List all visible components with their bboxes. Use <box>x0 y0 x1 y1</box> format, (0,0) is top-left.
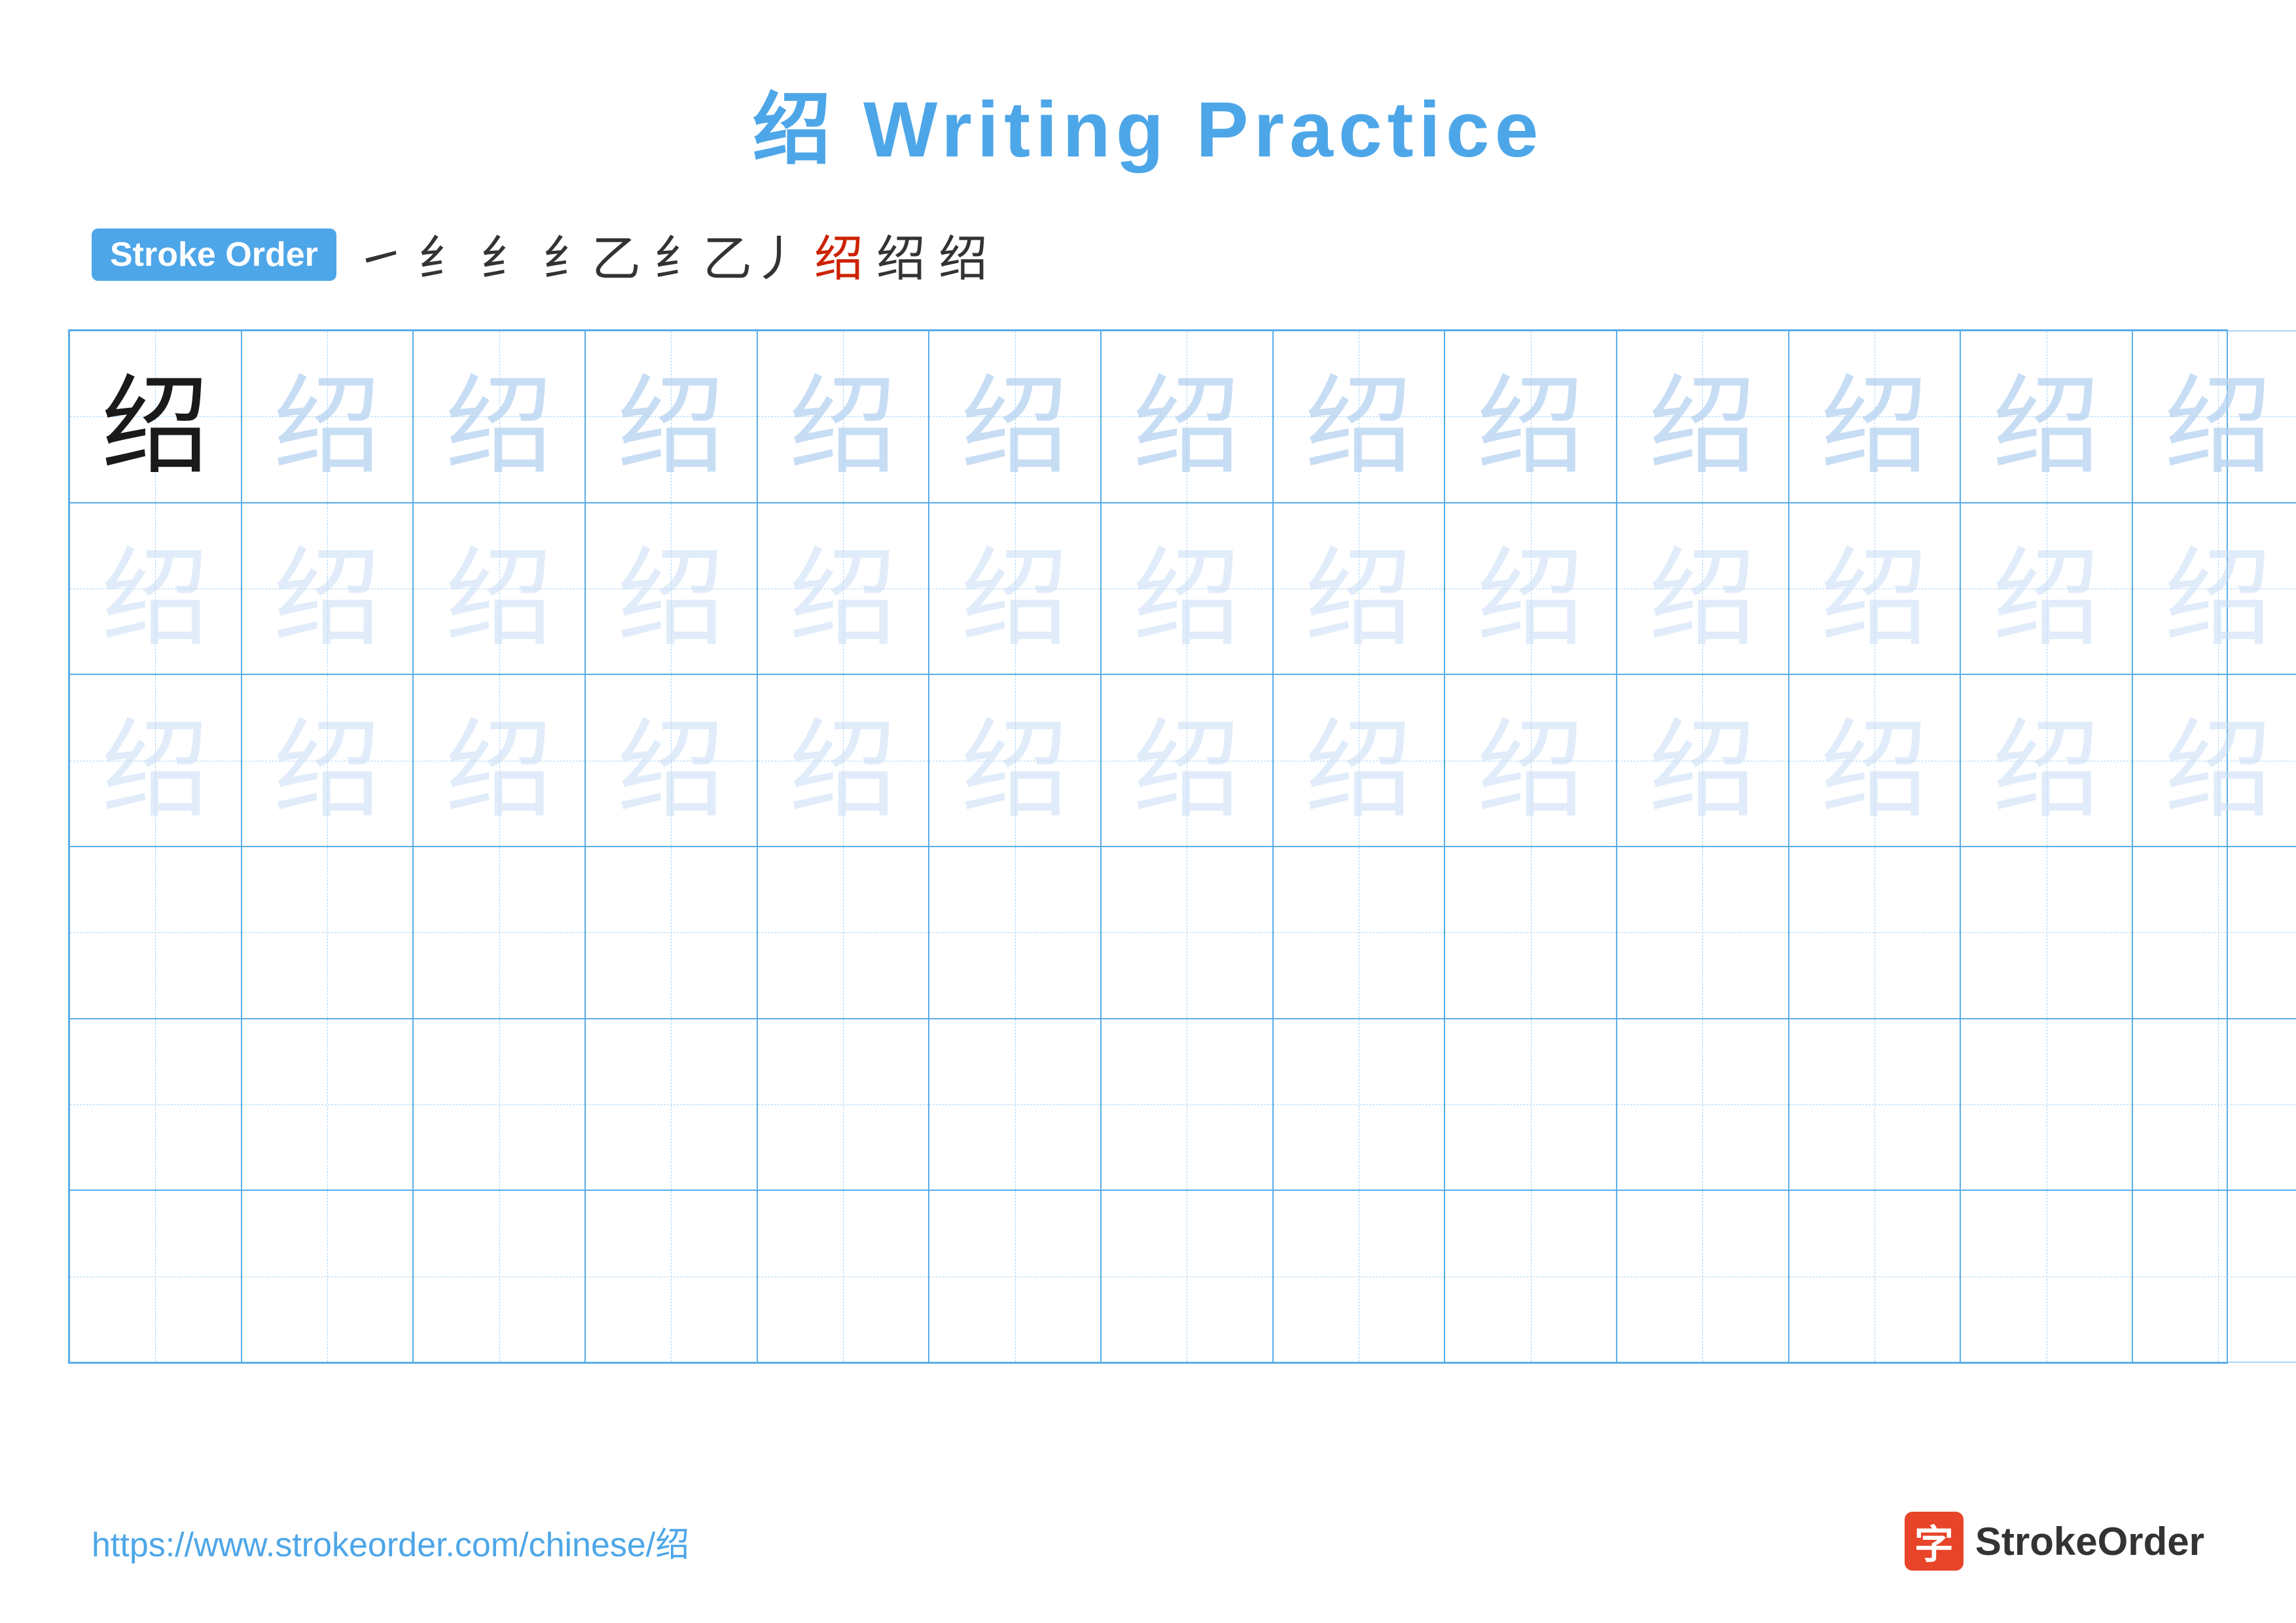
grid-cell[interactable]: 绍 <box>1444 503 1617 675</box>
grid-cell[interactable] <box>2132 1019 2296 1191</box>
grid-cell[interactable] <box>757 1019 929 1191</box>
grid-cell[interactable] <box>757 847 929 1019</box>
grid-cell[interactable] <box>1960 1190 2132 1362</box>
stroke-step-2: 纟 <box>418 219 467 290</box>
grid-cell[interactable]: 绍 <box>1617 674 1789 847</box>
grid-cell[interactable] <box>69 847 242 1019</box>
grid-cell[interactable]: 绍 <box>242 674 414 847</box>
grid-cell[interactable]: 绍 <box>1960 503 2132 675</box>
logo-text: StrokeOrder <box>1975 1519 2204 1564</box>
grid-cell[interactable] <box>757 1190 929 1362</box>
grid-cell[interactable]: 绍 <box>1101 503 1273 675</box>
grid-cell[interactable] <box>1444 847 1617 1019</box>
grid-cell[interactable] <box>585 1019 757 1191</box>
grid-cell[interactable] <box>69 1190 242 1362</box>
stroke-order-row: Stroke Order ㇀ 纟 纟 纟乙 纟乙丿 绍 绍 绍 <box>92 219 988 290</box>
stroke-step-6: 绍 <box>814 219 863 290</box>
stroke-step-7: 绍 <box>876 219 925 290</box>
grid-cell[interactable] <box>1273 847 1445 1019</box>
grid-cell[interactable]: 绍 <box>585 331 757 503</box>
grid-cell[interactable] <box>929 847 1101 1019</box>
grid-cell[interactable]: 绍 <box>929 674 1101 847</box>
grid-cell[interactable] <box>1273 1190 1445 1362</box>
page: 绍 Writing Practice Stroke Order ㇀ 纟 纟 纟乙… <box>0 0 2296 1623</box>
grid-cell[interactable]: 绍 <box>585 674 757 847</box>
grid-cell[interactable]: 绍 <box>757 331 929 503</box>
grid-cell[interactable]: 绍 <box>69 674 242 847</box>
grid-cell[interactable] <box>1617 1190 1789 1362</box>
grid-cell[interactable]: 绍 <box>2132 503 2296 675</box>
grid-cell[interactable] <box>69 1019 242 1191</box>
stroke-step-5: 纟乙丿 <box>654 219 801 290</box>
grid-cell[interactable] <box>1789 847 1961 1019</box>
stroke-order-badge: Stroke Order <box>92 228 336 281</box>
grid-cell[interactable]: 绍 <box>1789 674 1961 847</box>
grid-cell[interactable] <box>1789 1190 1961 1362</box>
footer-logo: 字 StrokeOrder <box>1905 1512 2204 1571</box>
grid-cell[interactable] <box>242 1019 414 1191</box>
grid-cell[interactable] <box>1789 1019 1961 1191</box>
grid-cell[interactable] <box>1960 847 2132 1019</box>
stroke-step-8: 绍 <box>939 219 988 290</box>
grid-cell[interactable]: 绍 <box>1617 503 1789 675</box>
grid-cell[interactable]: 绍 <box>2132 674 2296 847</box>
grid-cell[interactable] <box>1101 1019 1273 1191</box>
grid-cell[interactable] <box>929 1190 1101 1362</box>
grid-cell[interactable] <box>1960 1019 2132 1191</box>
practice-grid: 绍绍绍绍绍绍绍绍绍绍绍绍绍绍绍绍绍绍绍绍绍绍绍绍绍绍绍绍绍绍绍绍绍绍绍绍绍绍绍 <box>68 329 2228 1364</box>
grid-cell[interactable]: 绍 <box>929 503 1101 675</box>
grid-cell[interactable]: 绍 <box>1273 674 1445 847</box>
grid-cell[interactable]: 绍 <box>1789 503 1961 675</box>
grid-cell[interactable]: 绍 <box>242 503 414 675</box>
grid-cell[interactable]: 绍 <box>413 674 585 847</box>
grid-cell[interactable]: 绍 <box>1101 331 1273 503</box>
grid-cell[interactable] <box>2132 1190 2296 1362</box>
grid-cell[interactable] <box>413 1190 585 1362</box>
grid-cell[interactable]: 绍 <box>585 503 757 675</box>
stroke-step-3: 纟 <box>480 219 529 290</box>
grid-cell[interactable] <box>242 1190 414 1362</box>
grid-cell[interactable]: 绍 <box>1273 331 1445 503</box>
grid-cell[interactable]: 绍 <box>2132 331 2296 503</box>
grid-cell[interactable] <box>1617 847 1789 1019</box>
grid-cell[interactable]: 绍 <box>1444 331 1617 503</box>
grid-cell[interactable]: 绍 <box>1960 331 2132 503</box>
grid-cell[interactable] <box>1444 1019 1617 1191</box>
grid-cell[interactable]: 绍 <box>757 503 929 675</box>
grid-cell[interactable]: 绍 <box>1617 331 1789 503</box>
grid-cell[interactable] <box>2132 847 2296 1019</box>
grid-cell[interactable] <box>1101 847 1273 1019</box>
stroke-step-4: 纟乙 <box>543 219 641 290</box>
grid-cell[interactable]: 绍 <box>757 674 929 847</box>
grid-cell[interactable] <box>929 1019 1101 1191</box>
grid-cell[interactable]: 绍 <box>242 331 414 503</box>
footer: https://www.strokeorder.com/chinese/绍 字 … <box>92 1512 2204 1571</box>
grid-cell[interactable] <box>1444 1190 1617 1362</box>
grid-cell[interactable]: 绍 <box>1960 674 2132 847</box>
grid-cell[interactable] <box>585 847 757 1019</box>
grid-cell[interactable] <box>413 1019 585 1191</box>
stroke-step-1: ㇀ <box>356 219 405 290</box>
grid-cell[interactable]: 绍 <box>1444 674 1617 847</box>
grid-cell[interactable]: 绍 <box>929 331 1101 503</box>
page-title: 绍 Writing Practice <box>753 65 1544 179</box>
grid-cell[interactable]: 绍 <box>69 503 242 675</box>
logo-icon: 字 <box>1905 1512 1964 1571</box>
grid-cell[interactable] <box>242 847 414 1019</box>
grid-cell[interactable] <box>1273 1019 1445 1191</box>
grid-cell[interactable]: 绍 <box>69 331 242 503</box>
grid-cell[interactable]: 绍 <box>413 503 585 675</box>
grid-cell[interactable]: 绍 <box>413 331 585 503</box>
grid-cell[interactable] <box>413 847 585 1019</box>
grid-cell[interactable] <box>1101 1190 1273 1362</box>
grid-cell[interactable]: 绍 <box>1789 331 1961 503</box>
grid-cell[interactable]: 绍 <box>1101 674 1273 847</box>
footer-url: https://www.strokeorder.com/chinese/绍 <box>92 1517 689 1566</box>
grid-cell[interactable] <box>1617 1019 1789 1191</box>
grid-cell[interactable]: 绍 <box>1273 503 1445 675</box>
stroke-steps: ㇀ 纟 纟 纟乙 纟乙丿 绍 绍 绍 <box>356 219 988 290</box>
grid-cell[interactable] <box>585 1190 757 1362</box>
